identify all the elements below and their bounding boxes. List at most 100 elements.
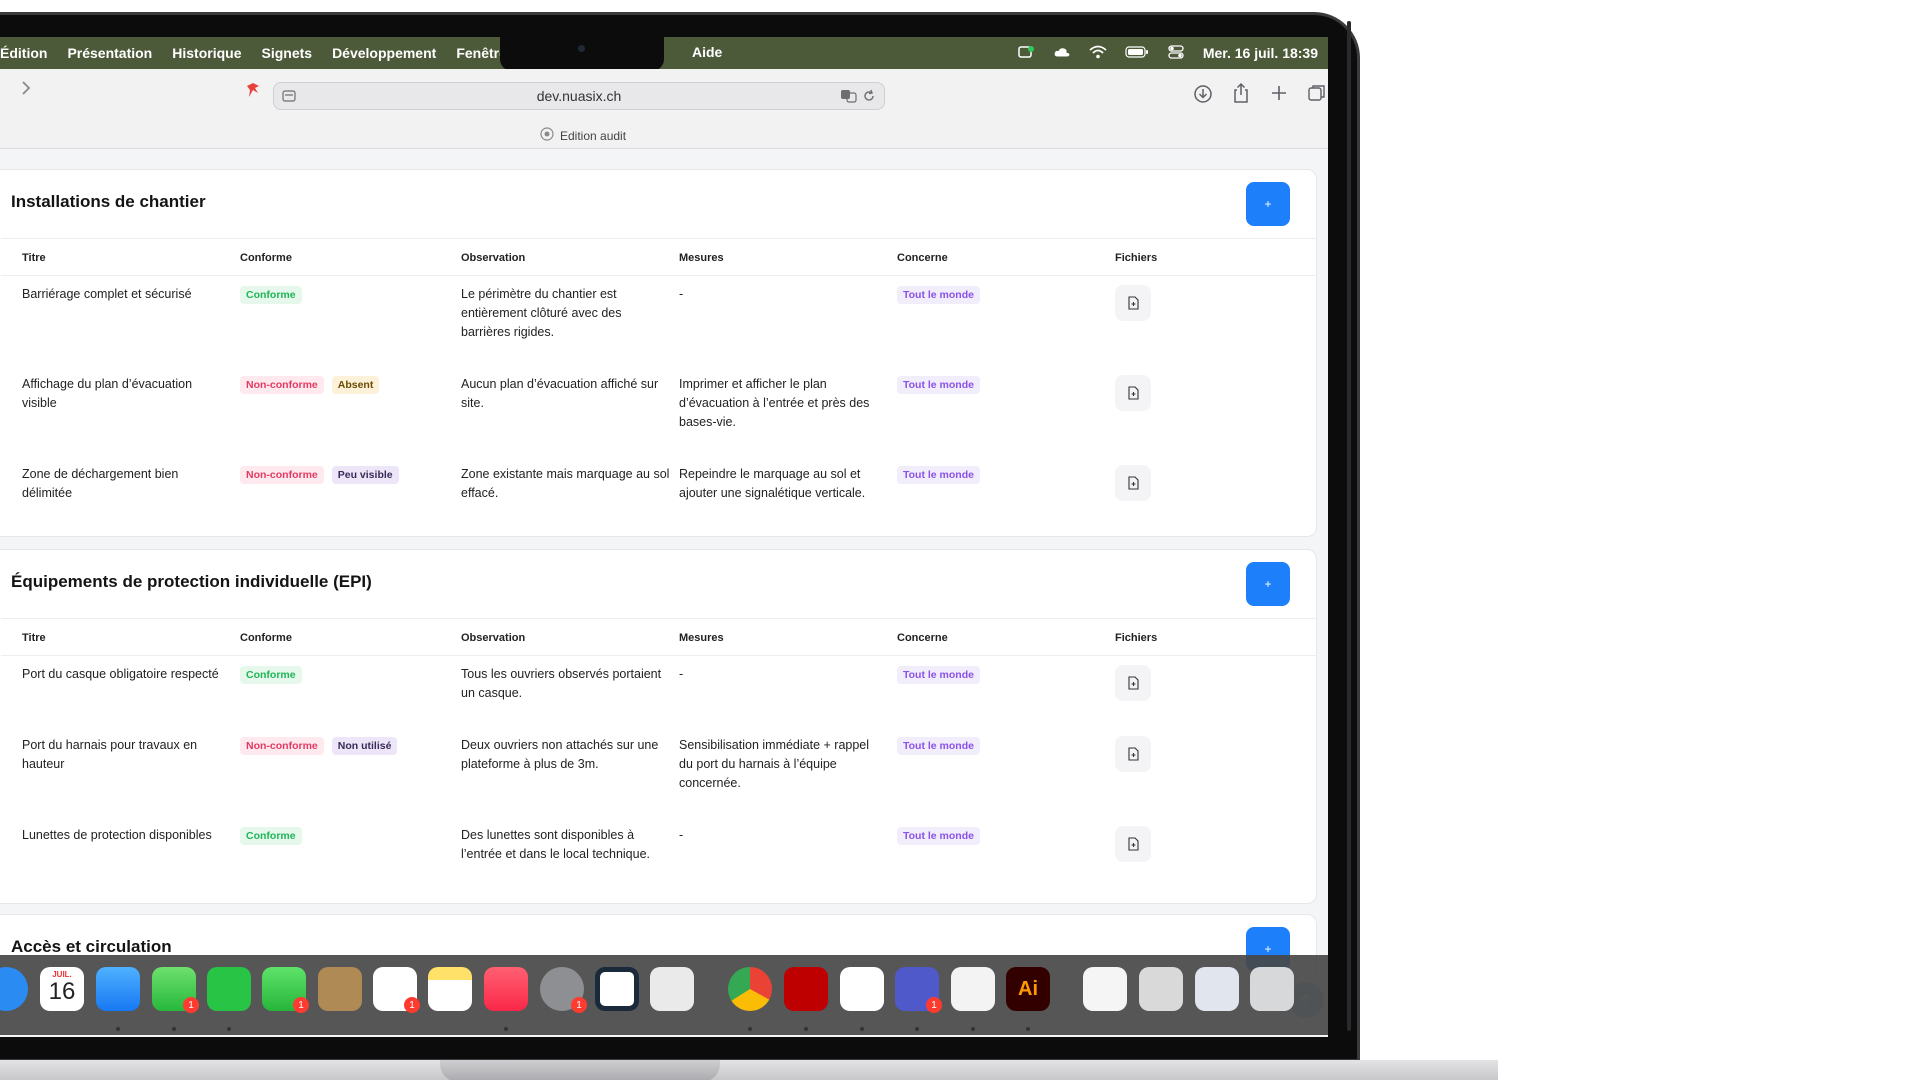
row-measures: - [679, 667, 684, 681]
col-conforme[interactable]: Conforme [240, 632, 292, 644]
row-title: Lunettes de protection disponibles [22, 828, 212, 842]
running-indicator [227, 1027, 231, 1031]
mail-icon[interactable] [96, 967, 140, 1011]
status-badge: Non-conforme [240, 376, 324, 394]
contacts-icon[interactable] [318, 967, 362, 1011]
col-titre[interactable]: Titre [22, 632, 46, 644]
running-indicator [860, 1027, 864, 1031]
table-row[interactable]: Barriérage complet et sécurisé Conforme … [1, 285, 1317, 355]
screens-icon[interactable] [595, 967, 639, 1011]
row-concerne: Tout le monde [897, 665, 988, 684]
section-title: Installations de chantier [11, 192, 206, 211]
row-concerne: Tout le monde [897, 736, 988, 755]
notes-icon[interactable] [428, 967, 472, 1011]
file-button[interactable] [1115, 665, 1151, 701]
iphone-mirroring-icon[interactable] [650, 967, 694, 1011]
file-button[interactable] [1115, 375, 1151, 411]
cloud-icon[interactable] [1053, 45, 1071, 62]
new-tab-icon[interactable] [1270, 84, 1288, 107]
chatgpt-icon[interactable] [840, 967, 884, 1011]
section-card: Installations de chantier + Titre Confor… [0, 169, 1317, 537]
col-observation[interactable]: Observation [461, 632, 525, 644]
wifi-icon[interactable] [1089, 45, 1107, 62]
active-tab[interactable]: Edition audit [540, 127, 626, 144]
table-row[interactable]: Zone de déchargement bien délimitée Non-… [1, 465, 1317, 525]
page-settings-icon[interactable] [282, 89, 296, 106]
status-badge: Conforme [240, 286, 302, 304]
menu-signets[interactable]: Signets [261, 45, 312, 61]
menu-presentation[interactable]: Présentation [67, 45, 152, 61]
forward-icon[interactable] [20, 79, 32, 102]
col-fichiers[interactable]: Fichiers [1115, 252, 1157, 264]
row-concerne: Tout le monde [897, 375, 988, 394]
running-indicator [804, 1027, 808, 1031]
textedit-icon[interactable] [951, 967, 995, 1011]
extension-icon[interactable] [243, 80, 263, 105]
music-icon[interactable] [484, 967, 528, 1011]
filezilla-icon[interactable] [784, 967, 828, 1011]
file-button[interactable] [1115, 285, 1151, 321]
control-center-icon[interactable] [1167, 44, 1185, 62]
share-icon[interactable] [1232, 82, 1250, 109]
address-bar[interactable]: dev.nuasix.ch [273, 82, 885, 110]
col-mesures[interactable]: Mesures [679, 252, 724, 264]
row-status: Conforme [240, 665, 310, 684]
table-row[interactable]: Lunettes de protection disponibles Confo… [1, 826, 1317, 881]
table-row[interactable]: Affichage du plan d’évacuation visible N… [1, 375, 1317, 445]
menu-aide[interactable]: Aide [692, 44, 722, 60]
tab-overview-icon[interactable] [1308, 84, 1326, 107]
status-badge: Conforme [240, 666, 302, 684]
status-icons: Mer. 16 juil. 18:39 [1017, 37, 1318, 69]
trash-icon[interactable] [1250, 967, 1294, 1011]
document-icon[interactable] [1083, 967, 1127, 1011]
url-text[interactable]: dev.nuasix.ch [537, 88, 622, 104]
concerne-badge: Tout le monde [897, 666, 980, 684]
row-status: Conforme [240, 826, 310, 845]
running-indicator [971, 1027, 975, 1031]
col-fichiers[interactable]: Fichiers [1115, 632, 1157, 644]
laptop-hinge [440, 1060, 720, 1080]
file-button[interactable] [1115, 736, 1151, 772]
tab-favicon-icon [540, 127, 554, 144]
row-observation: Tous les ouvriers observés portaient un … [461, 667, 662, 700]
add-item-button[interactable]: + [1246, 562, 1290, 606]
reload-icon[interactable] [862, 89, 876, 106]
recent-apps-stack-icon[interactable] [1139, 967, 1183, 1011]
row-title: Affichage du plan d’évacuation visible [22, 377, 193, 410]
file-button[interactable] [1115, 465, 1151, 501]
col-titre[interactable]: Titre [22, 252, 46, 264]
file-button[interactable] [1115, 826, 1151, 862]
col-concerne[interactable]: Concerne [897, 252, 948, 264]
row-status: Conforme [240, 285, 310, 304]
col-mesures[interactable]: Mesures [679, 632, 724, 644]
menu-historique[interactable]: Historique [172, 45, 241, 61]
calendar-icon[interactable]: JUIL. 16 [40, 967, 84, 1011]
row-observation: Zone existante mais marquage au sol effa… [461, 467, 670, 500]
activity-icon[interactable] [1017, 45, 1035, 62]
downloads-stack-icon[interactable] [1195, 967, 1239, 1011]
col-observation[interactable]: Observation [461, 252, 525, 264]
col-concerne[interactable]: Concerne [897, 632, 948, 644]
row-title: Port du casque obligatoire respecté [22, 667, 219, 681]
row-observation: Des lunettes sont disponibles à l’entrée… [461, 828, 651, 861]
page-content: Installations de chantier + Titre Confor… [0, 149, 1328, 1034]
row-title: Barriérage complet et sécurisé [22, 287, 192, 301]
chrome-icon[interactable] [728, 967, 772, 1011]
clock[interactable]: Mer. 16 juil. 18:39 [1203, 45, 1318, 61]
col-conforme[interactable]: Conforme [240, 252, 292, 264]
translate-icon[interactable] [840, 89, 858, 106]
file-icon [1128, 296, 1139, 310]
battery-icon[interactable] [1125, 45, 1149, 62]
tag-badge: Absent [331, 376, 380, 394]
menu-developpement[interactable]: Développement [332, 45, 436, 61]
menu-edition[interactable]: Édition [0, 45, 47, 61]
status-badge: Non-conforme [240, 737, 324, 755]
add-item-button[interactable]: + [1246, 182, 1290, 226]
downloads-icon[interactable] [1193, 84, 1213, 109]
illustrator-icon[interactable]: Ai [1006, 967, 1050, 1011]
whatsapp-icon[interactable] [207, 967, 251, 1011]
table-row[interactable]: Port du casque obligatoire respecté Conf… [1, 665, 1317, 720]
row-observation: Aucun plan d’évacuation affiché sur site… [461, 377, 659, 410]
notification-badge: 1 [404, 997, 420, 1013]
table-row[interactable]: Port du harnais pour travaux en hauteur … [1, 736, 1317, 806]
